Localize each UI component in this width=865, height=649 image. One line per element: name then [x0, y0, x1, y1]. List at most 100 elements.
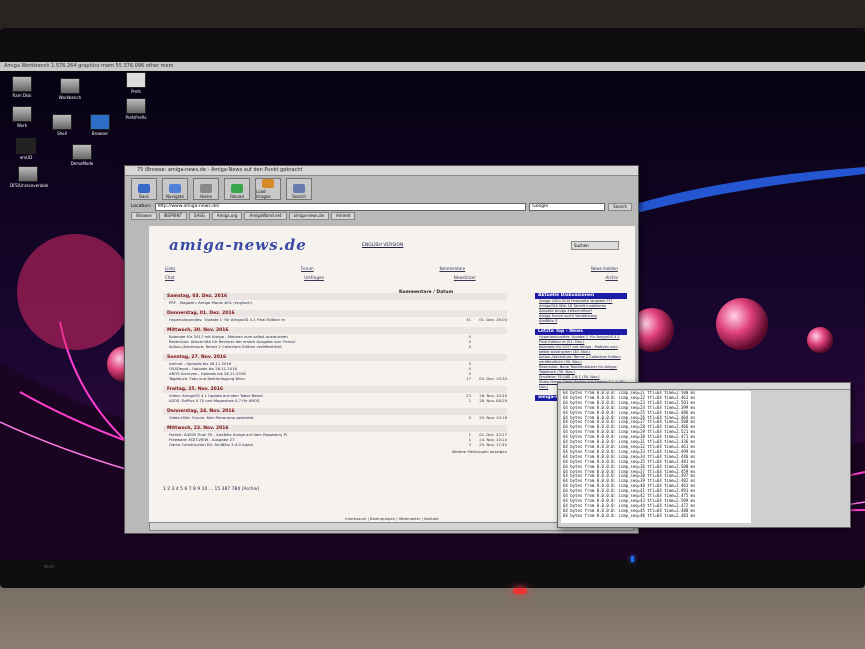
bookmark-sasg[interactable]: SASG: [188, 211, 210, 220]
shell-output[interactable]: 64 bytes from 0.0.0.0: icmp_seq=21 ttl=6…: [561, 391, 751, 523]
news-item[interactable]: Action-/Adventure: Remiz 2 Collectors Ed…: [163, 344, 507, 349]
sidebar-link[interactable]: Action-/Adventure: Remiz 2 Collectors Ed…: [535, 355, 627, 365]
shell-window[interactable]: 64 bytes from 0.0.0.0: icmp_seq=21 ttl=6…: [557, 382, 851, 528]
emud-icon[interactable]: emUD: [8, 138, 44, 160]
comment-count: 2: [468, 415, 471, 420]
search-go-button[interactable]: Search: [608, 202, 632, 211]
work-drive-icon[interactable]: Work: [4, 106, 40, 128]
prefs-prefix-icon[interactable]: PrefsPrefix: [118, 98, 154, 120]
comment-count: 17: [466, 376, 471, 381]
red-light: [513, 588, 527, 594]
sidebar-link[interactable]: Kalender für 2017 mit Amiga - Motiven zu…: [535, 345, 627, 355]
workbench-title-bar: Amiga Workbench 1.576.264 graphics mem 5…: [0, 62, 865, 71]
comment-count: 3: [468, 442, 471, 447]
monitor-bezel: Amiga Workbench 1.576.264 graphics mem 5…: [0, 28, 865, 588]
monitor-brand: eizo: [44, 564, 55, 570]
sidebar-link[interactable]: Hyperionbundles 'Update 1' für AmigaOS 4…: [535, 335, 627, 345]
news-item[interactable]: PRF - Magazin: Amiga Mania #01 (englisch…: [163, 300, 507, 305]
english-version-link[interactable]: ENGLISH VERSION: [362, 243, 403, 248]
nav-archiv[interactable]: Archiv: [605, 275, 618, 280]
news-title[interactable]: Hyperionbundles: 'Update 1' für AmigaOS …: [169, 317, 447, 322]
shell-icon[interactable]: Shell: [44, 114, 80, 136]
day-header: Mittwoch, 30. Nov. 2016: [163, 327, 507, 334]
comment-date: 28. Nov. 08:29: [479, 398, 507, 403]
comment-count: 0: [468, 344, 471, 349]
nav-chat[interactable]: Chat: [165, 275, 174, 280]
nav-links[interactable]: Links: [165, 266, 175, 271]
comment-date: 01. Dez. 16:00: [479, 317, 507, 322]
monitor-screen: Amiga Workbench 1.576.264 graphics mem 5…: [0, 62, 865, 560]
sidebar-link[interactable]: Rezension: Neue Taschenbücher für Amiga-…: [535, 365, 627, 375]
home-icon: [200, 184, 212, 193]
location-row: Location: http://www.amiga-news.de/ Goog…: [125, 202, 638, 211]
reload-button[interactable]: Reload: [224, 178, 250, 200]
bookmark-amiga-news[interactable]: amiga-news.de: [288, 211, 330, 220]
comment-date: 25. Nov. 17:40: [479, 442, 507, 447]
window-title: 75 iBrowse: amiga-news.de - Amiga-News a…: [125, 166, 638, 176]
comment-date: 03. Dez. 10:30: [479, 376, 507, 381]
search-button[interactable]: Search: [286, 178, 312, 200]
nav-forum[interactable]: Forum: [301, 266, 314, 271]
nav-news-melden[interactable]: News melden: [591, 266, 618, 271]
news-item[interactable]: Hyperionbundles: 'Update 1' für AmigaOS …: [163, 317, 507, 322]
news-item[interactable]: Video-Hilfe: Forum: Kein Panorama gestar…: [163, 415, 507, 420]
news-title[interactable]: Game Construction Kit: AmiBlitz 3.4.0 Al…: [169, 442, 447, 447]
sidebar-link[interactable]: AmiBlitz 3: [535, 319, 627, 324]
location-input[interactable]: http://www.amiga-news.de/: [154, 202, 527, 211]
prefs-drawer-icon[interactable]: Prefs: [118, 72, 154, 94]
more-news-link[interactable]: Weitere Meldungen anzeigen: [163, 449, 507, 454]
browser-icon[interactable]: Browser: [82, 114, 118, 136]
nav-umfragen[interactable]: Umfragen: [304, 275, 324, 280]
shell-line: 64 bytes from 0.0.0.0: icmp_seq=46 ttl=6…: [563, 512, 696, 518]
search-icon: [293, 184, 305, 193]
navigate-button[interactable]: Navigate: [162, 178, 188, 200]
workbench-drive-icon[interactable]: Workbench: [52, 78, 88, 100]
location-label: Location:: [131, 204, 152, 209]
browser-toolbar: Back Navigate Home Reload Load Images Se…: [125, 176, 638, 202]
comment-date: [471, 300, 507, 305]
reload-icon: [231, 184, 243, 193]
news-item[interactable]: Game Construction Kit: AmiBlitz 3.4.0 Al…: [163, 442, 507, 447]
load-images-button[interactable]: Load Images: [255, 178, 281, 200]
comment-count: 31: [466, 317, 471, 322]
back-button[interactable]: Back: [131, 178, 157, 200]
day-header: Sonntag, 27. Nov. 2016: [163, 354, 507, 361]
comment-date: 25. Nov. 10:16: [479, 415, 507, 420]
ram-disk-icon[interactable]: Ram Disk: [4, 76, 40, 98]
shell-title-bar[interactable]: [558, 383, 850, 390]
navigate-icon: [169, 184, 181, 193]
images-icon: [262, 179, 274, 188]
news-title[interactable]: Action-/Adventure: Remiz 2 Collectors Ed…: [169, 344, 447, 349]
comment-count: 1: [468, 398, 471, 403]
day-header: Donnerstag, 24. Nov. 2016: [163, 408, 507, 415]
pagination[interactable]: 1 2 3 4 5 6 7 8 9 10 ... 15 387 784 [Arc…: [163, 487, 259, 492]
news-item[interactable]: ASOS: EdPlus 0.75 und Magazines 0.7 für …: [163, 398, 507, 403]
google-search-input[interactable]: Google: [529, 202, 606, 211]
news-item[interactable]: Tagebuch: Foto und Bastlertagung Wien 17 0…: [163, 376, 507, 381]
bookmark-bar: iBrowse IBSPRINT SASG Amiga.org AmigaWor…: [125, 211, 638, 220]
discussion-list: Amiga 2000 SCSI Festplatte langsam ??? Am…: [535, 299, 627, 324]
home-button[interactable]: Home: [193, 178, 219, 200]
demomode-icon[interactable]: DemoMode: [64, 144, 100, 166]
bookmark-aminet[interactable]: Aminet: [331, 211, 356, 220]
site-logo[interactable]: amiga-news.de: [169, 236, 307, 254]
news-title[interactable]: ASOS: EdPlus 0.75 und Magazines 0.7 für …: [169, 398, 447, 403]
nav-newsticker[interactable]: Newsticker: [454, 275, 476, 280]
power-led: [631, 556, 634, 562]
bookmark-ibrowse[interactable]: iBrowse: [131, 211, 157, 220]
dfs-icon[interactable]: DFS/Unrecoverable: [10, 166, 48, 188]
nav-kommentare[interactable]: Kommentare: [439, 266, 465, 271]
comment-date: [471, 344, 507, 349]
news-title[interactable]: PRF - Magazin: Amiga Mania #01 (englisch…: [169, 300, 447, 305]
comment-count: [447, 300, 471, 305]
day-header: Mittwoch, 23. Nov. 2016: [163, 425, 507, 432]
bookmark-amiga-org[interactable]: Amiga.org: [211, 211, 243, 220]
bookmark-ibsprint[interactable]: IBSPRINT: [158, 211, 187, 220]
day-header: Freitag, 25. Nov. 2016: [163, 386, 507, 393]
bookmark-amigaworld[interactable]: AmigaWorld.net: [244, 211, 287, 220]
site-search-input[interactable]: Suchen: [571, 241, 619, 250]
news-title[interactable]: Tagebuch: Foto und Bastlertagung Wien: [169, 376, 447, 381]
back-arrow-icon: [138, 184, 150, 193]
site-nav-row-2: Chat Umfragen Newsticker Archiv: [165, 275, 618, 280]
news-title[interactable]: Video-Hilfe: Forum: Kein Panorama gestar…: [169, 415, 447, 420]
